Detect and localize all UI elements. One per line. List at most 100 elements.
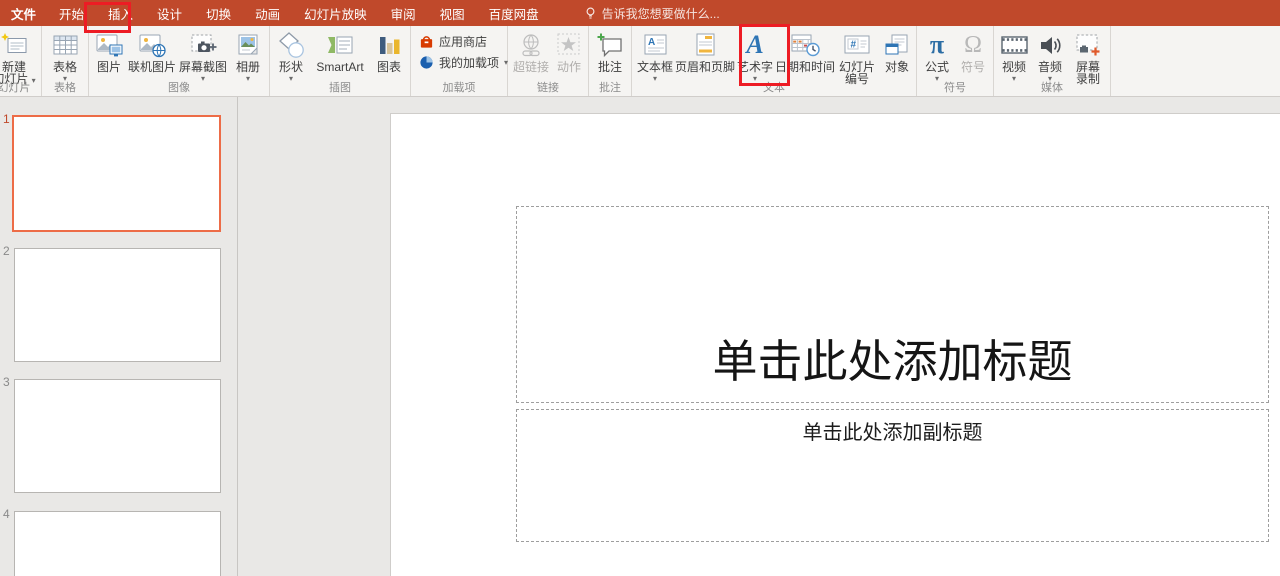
subtitle-placeholder[interactable]: 单击此处添加副标题 bbox=[516, 409, 1269, 542]
online-pictures-label: 联机图片 bbox=[128, 61, 176, 73]
app-store-icon bbox=[419, 34, 434, 49]
header-footer-label: 页眉和页脚 bbox=[675, 61, 735, 73]
group-label-media: 媒体 bbox=[994, 79, 1110, 95]
lightbulb-icon bbox=[585, 7, 596, 20]
chart-label: 图表 bbox=[377, 61, 401, 73]
action-label: 动作 bbox=[557, 61, 581, 73]
screenshot-button[interactable]: 屏幕截图 ▾ bbox=[177, 28, 229, 84]
object-icon bbox=[884, 29, 910, 61]
equation-button[interactable]: π 公式 ▾ bbox=[919, 28, 955, 84]
chart-button[interactable]: 图表 bbox=[370, 28, 408, 74]
svg-text:#: # bbox=[851, 40, 857, 51]
tab-review[interactable]: 审阅 bbox=[379, 0, 428, 26]
tab-view[interactable]: 视图 bbox=[428, 0, 477, 26]
slide-number-button[interactable]: # 幻灯片 编号 bbox=[834, 28, 880, 86]
app-store-button[interactable]: 应用商店 bbox=[419, 33, 499, 50]
slide-number-2: 2 bbox=[3, 244, 10, 258]
tab-transitions[interactable]: 切换 bbox=[194, 0, 243, 26]
slide-number-icon: # bbox=[843, 29, 871, 61]
ribbon-group-media: 视频 ▾ 音频 ▾ 屏幕 录制 媒体 bbox=[994, 26, 1111, 96]
date-time-label: 日期和时间 bbox=[775, 61, 835, 73]
ribbon-group-links: 超链接 动作 链接 bbox=[508, 26, 589, 96]
equation-label: 公式 bbox=[925, 61, 949, 73]
tab-slideshow[interactable]: 幻灯片放映 bbox=[292, 0, 379, 26]
shapes-label: 形状 bbox=[279, 61, 303, 73]
tab-design[interactable]: 设计 bbox=[145, 0, 194, 26]
shapes-icon bbox=[278, 29, 305, 61]
tab-home[interactable]: 开始 bbox=[47, 0, 96, 26]
audio-button[interactable]: 音频 ▾ bbox=[1032, 28, 1068, 84]
group-label-comments: 批注 bbox=[589, 79, 631, 95]
picture-label: 图片 bbox=[97, 61, 121, 73]
header-footer-icon bbox=[693, 29, 718, 61]
action-button: 动作 bbox=[552, 28, 586, 74]
app-store-label: 应用商店 bbox=[439, 33, 487, 50]
slide-thumbnail-3[interactable] bbox=[14, 379, 221, 493]
comment-icon bbox=[596, 29, 624, 61]
header-footer-button[interactable]: 页眉和页脚 bbox=[676, 28, 734, 74]
slide-canvas[interactable]: 单击此处添加标题 单击此处添加副标题 bbox=[390, 113, 1280, 576]
group-label-symbols: 符号 bbox=[917, 79, 993, 95]
comment-button[interactable]: 批注 bbox=[591, 28, 629, 74]
equation-icon: π bbox=[930, 29, 944, 61]
smartart-label: SmartArt bbox=[316, 61, 363, 73]
slide-number-1: 1 bbox=[3, 112, 10, 126]
chart-icon bbox=[376, 29, 403, 61]
wordart-button[interactable]: A 艺术字 ▾ bbox=[734, 28, 776, 84]
action-icon bbox=[556, 29, 582, 61]
picture-icon bbox=[95, 29, 124, 61]
my-addins-button[interactable]: 我的加载项 ▾ bbox=[419, 54, 499, 71]
comment-label: 批注 bbox=[598, 61, 622, 73]
ribbon-tab-bar: 文件 开始 插入 设计 切换 动画 幻灯片放映 审阅 视图 百度网盘 告诉我您想… bbox=[0, 0, 1280, 26]
subtitle-placeholder-text: 单击此处添加副标题 bbox=[803, 416, 983, 445]
tab-animations[interactable]: 动画 bbox=[243, 0, 292, 26]
shapes-button[interactable]: 形状 ▾ bbox=[272, 28, 310, 84]
smartart-button[interactable]: SmartArt bbox=[310, 28, 370, 74]
hyperlink-button: 超链接 bbox=[510, 28, 552, 74]
tab-file[interactable]: 文件 bbox=[0, 0, 47, 26]
group-label-links: 链接 bbox=[508, 79, 588, 95]
ribbon-group-table: 表格 ▾ 表格 bbox=[42, 26, 89, 96]
tab-baidu-netdisk[interactable]: 百度网盘 bbox=[477, 0, 551, 26]
slide-number-4: 4 bbox=[3, 507, 10, 521]
date-time-icon bbox=[790, 29, 820, 61]
smartart-icon bbox=[326, 29, 354, 61]
online-pictures-button[interactable]: 联机图片 bbox=[127, 28, 177, 74]
textbox-button[interactable]: A 文本框 ▾ bbox=[634, 28, 676, 84]
table-button[interactable]: 表格 ▾ bbox=[44, 28, 86, 84]
photo-album-button[interactable]: 相册 ▾ bbox=[229, 28, 267, 84]
video-label: 视频 bbox=[1002, 61, 1026, 73]
screen-recording-icon bbox=[1075, 29, 1102, 61]
ribbon-group-slides: 新建 幻灯片 ▾ 幻灯片 bbox=[0, 26, 42, 96]
group-label-table: 表格 bbox=[42, 79, 88, 95]
audio-icon bbox=[1038, 29, 1063, 61]
slide-thumbnail-2[interactable] bbox=[14, 248, 221, 362]
title-placeholder[interactable]: 单击此处添加标题 bbox=[516, 206, 1269, 403]
group-label-slides: 幻灯片 bbox=[0, 79, 41, 95]
slide-thumbnail-panel[interactable]: 1 2 3 4 bbox=[0, 97, 238, 576]
my-addins-icon bbox=[419, 55, 434, 70]
video-icon bbox=[1000, 29, 1029, 61]
photo-album-icon bbox=[235, 29, 262, 61]
my-addins-label: 我的加载项 bbox=[439, 54, 499, 71]
audio-label: 音频 bbox=[1038, 61, 1062, 73]
tell-me-label: 告诉我您想要做什么... bbox=[602, 5, 720, 22]
object-button[interactable]: 对象 bbox=[880, 28, 914, 74]
ribbon-group-comments: 批注 批注 bbox=[589, 26, 632, 96]
picture-button[interactable]: 图片 bbox=[91, 28, 127, 74]
object-label: 对象 bbox=[885, 61, 909, 73]
ribbon-group-text: A 文本框 ▾ 页眉和页脚 A 艺术字 ▾ 日期和时间 # 幻灯片 bbox=[632, 26, 917, 96]
new-slide-icon bbox=[0, 29, 28, 61]
date-time-button[interactable]: 日期和时间 bbox=[776, 28, 834, 74]
video-button[interactable]: 视频 ▾ bbox=[996, 28, 1032, 84]
screen-recording-button[interactable]: 屏幕 录制 bbox=[1068, 28, 1108, 86]
symbol-button: Ω 符号 bbox=[955, 28, 991, 74]
wordart-label: 艺术字 bbox=[737, 61, 773, 73]
tab-insert[interactable]: 插入 bbox=[96, 0, 145, 26]
slide-thumbnail-4[interactable] bbox=[14, 511, 221, 576]
screenshot-label: 屏幕截图 bbox=[179, 61, 227, 73]
ribbon-group-images: 图片 联机图片 屏幕截图 ▾ 相册 ▾ 图像 bbox=[89, 26, 270, 96]
slide-thumbnail-1[interactable] bbox=[12, 115, 221, 232]
slide-number-3: 3 bbox=[3, 375, 10, 389]
tell-me-box[interactable]: 告诉我您想要做什么... bbox=[585, 0, 720, 26]
